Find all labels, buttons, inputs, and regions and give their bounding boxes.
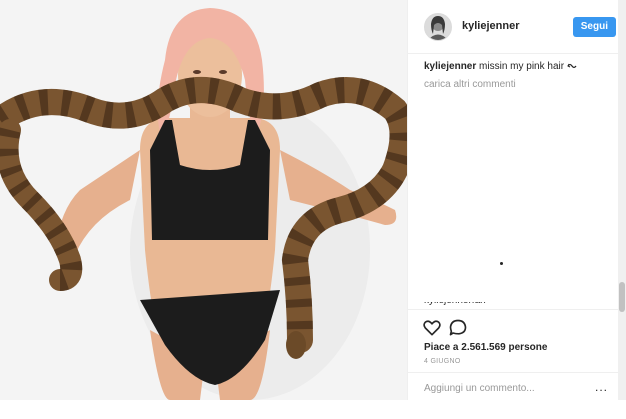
follow-button[interactable]: Segui xyxy=(572,17,616,37)
add-comment-section: ... xyxy=(408,372,626,400)
loading-indicator xyxy=(500,262,503,265)
post-side-panel: kyliejenner Segui kyliejenner missin my … xyxy=(407,0,626,400)
wavy-symbol-icon xyxy=(567,64,577,69)
comments-area: kyliejenner missin my pink hair carica a… xyxy=(424,60,616,92)
snake-head xyxy=(286,331,306,359)
caption: kyliejenner missin my pink hair xyxy=(424,60,616,74)
comment-input[interactable] xyxy=(422,379,586,397)
partially-visible-comment: kyliejennerfan xyxy=(424,302,509,308)
post-date[interactable]: 4 GIUGNO xyxy=(424,358,461,365)
scrollbar-thumb[interactable] xyxy=(619,282,625,312)
caption-username[interactable]: kyliejenner xyxy=(424,61,476,72)
post-photo[interactable] xyxy=(0,0,407,400)
right-eye xyxy=(219,70,227,74)
caption-text: missin my pink hair xyxy=(479,61,567,72)
more-options-button[interactable]: ... xyxy=(595,381,608,393)
post-header: kyliejenner Segui xyxy=(408,0,626,54)
comment-icon[interactable] xyxy=(448,318,468,338)
heart-icon[interactable] xyxy=(422,318,442,338)
avatar-image xyxy=(425,14,451,40)
left-eye xyxy=(193,70,201,74)
load-more-comments-link[interactable]: carica altri commenti xyxy=(424,78,616,92)
header-username-link[interactable]: kyliejenner xyxy=(462,20,519,32)
avatar[interactable] xyxy=(424,13,452,41)
instagram-post: kyliejenner Segui kyliejenner missin my … xyxy=(0,0,626,400)
photo-illustration xyxy=(0,0,407,400)
likes-count[interactable]: Piace a 2.561.569 persone xyxy=(424,342,547,353)
post-actions: Piace a 2.561.569 persone 4 GIUGNO xyxy=(408,309,626,419)
scrollbar[interactable] xyxy=(618,0,626,400)
